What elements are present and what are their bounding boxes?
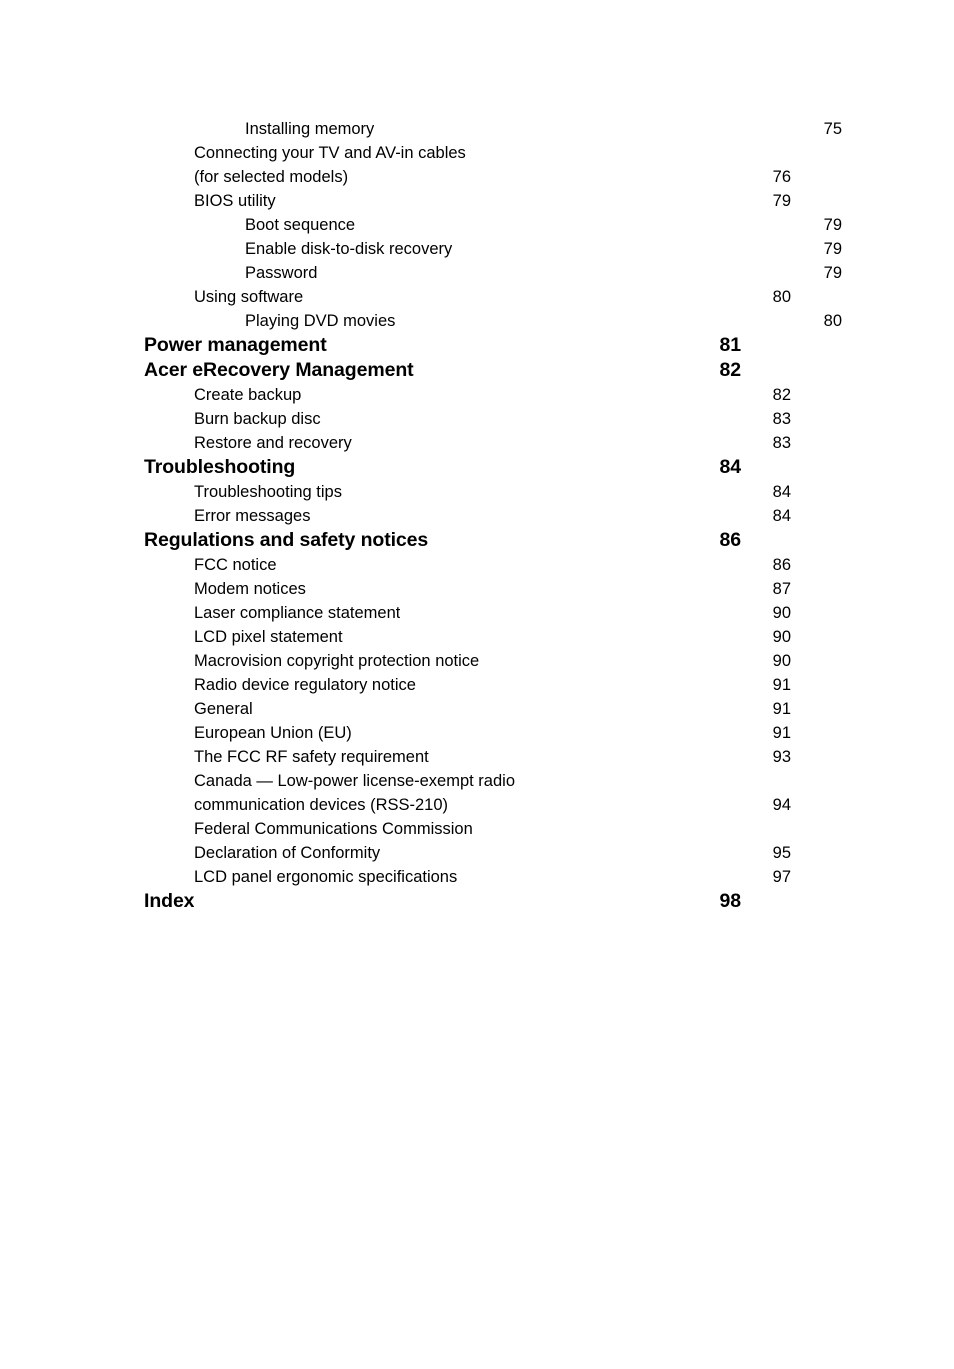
toc-entry-page-number: 94 (772, 796, 791, 814)
toc-entry-title: Connecting your TV and AV-in cables (194, 144, 466, 162)
toc-entry-page-number: 83 (772, 410, 791, 428)
toc-entry-title: Create backup (194, 386, 302, 404)
toc-entry-page-number: 91 (772, 700, 791, 718)
toc-entry-page-number: 90 (772, 604, 791, 622)
toc-entry[interactable]: Password 79 (144, 261, 842, 285)
toc-entry-page-number: 98 (719, 890, 742, 912)
toc-entry[interactable]: Create backup 82 (144, 383, 791, 407)
toc-entry-title: Restore and recovery (194, 434, 352, 452)
toc-entry[interactable]: Burn backup disc 83 (144, 407, 791, 431)
toc-entry[interactable]: Macrovision copyright protection notice 9… (144, 649, 791, 673)
toc-entry[interactable]: The FCC RF safety requirement 93 (144, 745, 791, 769)
toc-entry[interactable]: LCD panel ergonomic specifications 97 (144, 865, 791, 889)
toc-entry-list: Installing memory 75 Connecting your TV an… (144, 117, 842, 914)
toc-entry-title: Radio device regulatory notice (194, 676, 416, 694)
toc-entry-title: (for selected models) (194, 168, 349, 186)
toc-entry-title: Using software (194, 288, 304, 306)
toc-entry-page-number: 90 (772, 628, 791, 646)
toc-entry[interactable]: communication devices (RSS-210) 94 (144, 793, 791, 817)
toc-entry-page-number: 86 (772, 556, 791, 574)
toc-entry[interactable]: Using software 80 (144, 285, 791, 309)
toc-entry[interactable]: Power management 81 (144, 333, 741, 358)
toc-entry-title: LCD panel ergonomic specifications (194, 868, 458, 886)
toc-entry-title: Laser compliance statement (194, 604, 401, 622)
toc-entry[interactable]: Radio device regulatory notice 91 (144, 673, 791, 697)
toc-entry-title: Playing DVD movies (245, 312, 396, 330)
toc-entry[interactable]: Modem notices 87 (144, 577, 791, 601)
toc-entry-title: Canada — Low-power license-exempt radio (194, 772, 515, 790)
toc-entry-title: Troubleshooting tips (194, 483, 342, 501)
toc-entry-page-number: 86 (719, 529, 742, 551)
toc-entry[interactable]: Connecting your TV and AV-in cables (144, 141, 791, 165)
toc-entry[interactable]: Error messages 84 (144, 504, 791, 528)
toc-entry-page-number: 82 (772, 386, 791, 404)
toc-entry-title: Federal Communications Commission (194, 820, 473, 838)
toc-entry[interactable]: Regulations and safety notices 86 (144, 528, 741, 553)
toc-entry-page-number: 87 (772, 580, 791, 598)
toc-entry[interactable]: FCC notice 86 (144, 553, 791, 577)
toc-entry-title: Error messages (194, 507, 311, 525)
toc-entry[interactable]: European Union (EU) 91 (144, 721, 791, 745)
toc-entry-page-number: 82 (719, 359, 742, 381)
toc-entry[interactable]: Playing DVD movies 80 (144, 309, 842, 333)
toc-entry[interactable]: Installing memory 75 (144, 117, 842, 141)
toc-entry[interactable]: Canada — Low-power license-exempt radio (144, 769, 791, 793)
toc-entry-page-number: 79 (772, 192, 791, 210)
toc-entry-page-number: 91 (772, 724, 791, 742)
toc-entry-title: Index (144, 890, 195, 912)
toc-entry[interactable]: Index 98 (144, 889, 741, 914)
toc-entry-page-number: 93 (772, 748, 791, 766)
toc-entry-page-number: 79 (823, 240, 842, 258)
toc-entry-title: Modem notices (194, 580, 306, 598)
toc-entry[interactable]: Acer eRecovery Management 82 (144, 358, 741, 383)
toc-entry-page-number: 81 (719, 334, 742, 356)
toc-entry-title: The FCC RF safety requirement (194, 748, 429, 766)
toc-entry[interactable]: Federal Communications Commission (144, 817, 791, 841)
toc-entry-title: Acer eRecovery Management (144, 359, 414, 381)
toc-entry[interactable]: Enable disk-to-disk recovery 79 (144, 237, 842, 261)
toc-entry[interactable]: General 91 (144, 697, 791, 721)
toc-entry-title: FCC notice (194, 556, 277, 574)
toc-entry-title: Boot sequence (245, 216, 356, 234)
toc-entry-page-number: 79 (823, 216, 842, 234)
toc-entry-page-number: 95 (772, 844, 791, 862)
toc-entry-title: BIOS utility (194, 192, 276, 210)
toc-entry-title: Declaration of Conformity (194, 844, 381, 862)
toc-entry[interactable]: Laser compliance statement 90 (144, 601, 791, 625)
toc-entry-page-number: 79 (823, 264, 842, 282)
toc-entry-title: Troubleshooting (144, 456, 296, 478)
toc-entry[interactable]: (for selected models) 76 (144, 165, 791, 189)
toc-entry-page-number: 84 (772, 483, 791, 501)
toc-entry-page-number: 75 (823, 120, 842, 138)
toc-entry-title: LCD pixel statement (194, 628, 343, 646)
toc-entry-title: European Union (EU) (194, 724, 352, 742)
toc-entry[interactable]: Troubleshooting 84 (144, 455, 741, 480)
toc-entry[interactable]: Declaration of Conformity 95 (144, 841, 791, 865)
toc-page: Installing memory 75 Connecting your TV an… (0, 0, 954, 1369)
toc-entry-page-number: 80 (772, 288, 791, 306)
toc-entry-page-number: 91 (772, 676, 791, 694)
toc-entry-title: General (194, 700, 253, 718)
toc-entry-page-number: 90 (772, 652, 791, 670)
toc-entry-page-number: 80 (823, 312, 842, 330)
toc-entry-title: Power management (144, 334, 327, 356)
toc-entry-title: Password (245, 264, 318, 282)
toc-entry[interactable]: Troubleshooting tips 84 (144, 480, 791, 504)
toc-entry[interactable]: Restore and recovery 83 (144, 431, 791, 455)
toc-entry-title: Regulations and safety notices (144, 529, 429, 551)
toc-entry[interactable]: LCD pixel statement 90 (144, 625, 791, 649)
toc-entry-title: Installing memory (245, 120, 375, 138)
toc-entry[interactable]: BIOS utility 79 (144, 189, 791, 213)
toc-entry-page-number: 84 (719, 456, 742, 478)
toc-entry[interactable]: Boot sequence 79 (144, 213, 842, 237)
toc-entry-title: Macrovision copyright protection notice (194, 652, 480, 670)
toc-entry-title: Burn backup disc (194, 410, 321, 428)
toc-entry-title: Enable disk-to-disk recovery (245, 240, 453, 258)
toc-entry-page-number: 97 (772, 868, 791, 886)
toc-entry-page-number: 76 (772, 168, 791, 186)
toc-entry-page-number: 84 (772, 507, 791, 525)
toc-entry-page-number: 83 (772, 434, 791, 452)
toc-entry-title: communication devices (RSS-210) (194, 796, 449, 814)
